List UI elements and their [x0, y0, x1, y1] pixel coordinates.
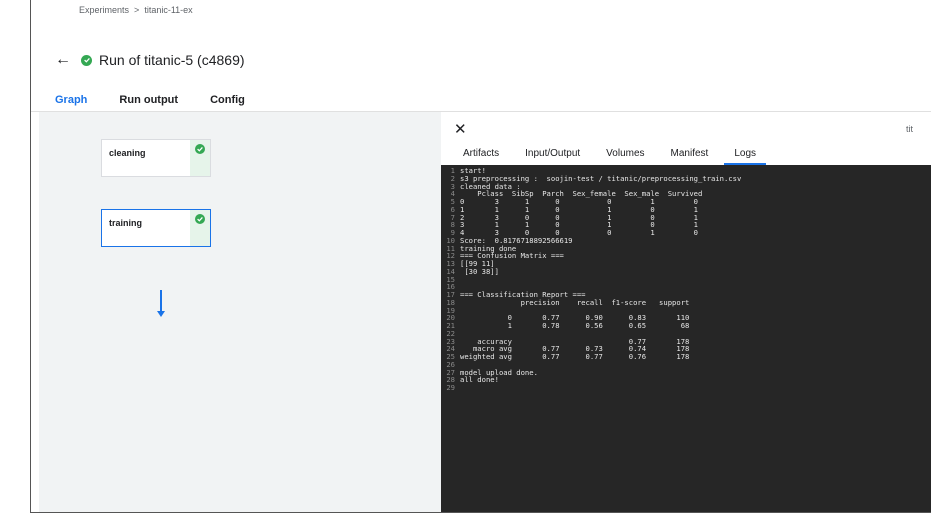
log-line: 28 all done!	[441, 376, 931, 384]
panel-tabs: Artifacts Input/Output Volumes Manifest …	[453, 148, 772, 165]
tab-manifest[interactable]: Manifest	[661, 148, 719, 165]
page-title: Run of titanic-5 (c4869)	[99, 52, 245, 68]
tab-config[interactable]: Config	[202, 92, 253, 113]
graph-node-training[interactable]: training	[101, 209, 211, 247]
node-label: cleaning	[109, 148, 146, 158]
log-line-text: [30 38]]	[460, 266, 499, 276]
graph-canvas[interactable]: cleaning training	[39, 112, 441, 512]
node-status	[190, 140, 210, 176]
app-frame: Experiments > titanic-11-ex ← Run of tit…	[30, 0, 931, 513]
node-label: training	[109, 218, 142, 228]
tab-input-output[interactable]: Input/Output	[515, 148, 590, 165]
log-line: 12 === Confusion Matrix ===	[441, 252, 931, 260]
graph-node-cleaning[interactable]: cleaning	[101, 139, 211, 177]
success-check-icon	[195, 214, 205, 224]
tab-graph[interactable]: Graph	[47, 92, 96, 113]
log-line: 29	[441, 384, 931, 392]
log-line: 27 model upload done.	[441, 368, 931, 377]
tab-volumes[interactable]: Volumes	[596, 148, 654, 165]
node-status	[190, 210, 210, 246]
log-line: 14 [30 38]]	[441, 266, 931, 276]
log-line: 15	[441, 275, 931, 284]
main-tabs: Graph Run output Config	[47, 92, 269, 113]
log-line: 13 [[99 11]	[441, 260, 931, 268]
log-line-number: 29	[446, 383, 455, 392]
log-line-text: precision recall f1-score support	[460, 297, 690, 307]
tab-logs[interactable]: Logs	[724, 148, 767, 165]
tab-run-output[interactable]: Run output	[111, 92, 186, 113]
close-icon[interactable]: ✕	[454, 120, 467, 138]
log-line-text: weighted avg 0.77 0.77 0.76 178	[460, 352, 690, 361]
page-header: ← Run of titanic-5 (c4869)	[55, 49, 245, 71]
tab-artifacts[interactable]: Artifacts	[453, 148, 509, 165]
breadcrumb-separator: >	[134, 5, 140, 15]
node-details-panel: ✕ tit Artifacts Input/Output Volumes Man…	[441, 112, 931, 512]
panel-title: tit	[906, 124, 914, 134]
breadcrumb: Experiments > titanic-11-ex	[79, 5, 193, 15]
log-line: 18 precision recall f1-score support	[441, 297, 931, 307]
log-line: 25 weighted avg 0.77 0.77 0.76 178	[441, 353, 931, 361]
log-line: 21 1 0.78 0.56 0.65 68	[441, 322, 931, 330]
log-line-text: all done!	[460, 375, 499, 385]
log-line-text: 1 0.78 0.56 0.65 68	[460, 321, 690, 330]
breadcrumb-experiments[interactable]: Experiments	[79, 5, 129, 15]
breadcrumb-current[interactable]: titanic-11-ex	[144, 5, 192, 15]
arrow-head-icon	[157, 311, 165, 317]
log-viewer[interactable]: 1 start! 2 s3 preprocessing : soojin-test /…	[441, 165, 931, 512]
success-check-icon	[81, 54, 92, 66]
back-arrow-icon[interactable]: ←	[55, 52, 71, 68]
success-check-icon	[195, 144, 205, 154]
